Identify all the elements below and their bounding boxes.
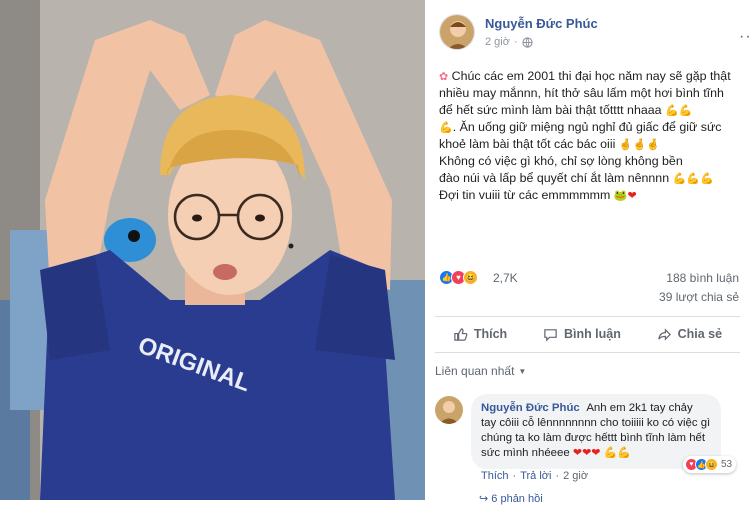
post-text: ✿ Chúc các em 2001 thi đại học năm nay s… (439, 68, 737, 204)
post-time[interactable]: 2 giờ (485, 36, 510, 48)
share-label: Chia sẻ (677, 327, 723, 341)
comment-reply-link[interactable]: Trả lời (520, 470, 551, 482)
reaction-count[interactable]: 2,7K (493, 271, 518, 285)
red-heart-icon: ❤❤❤ (572, 446, 601, 459)
post-meta: 2 giờ · (485, 36, 533, 48)
more-options-icon[interactable]: ··· (739, 28, 750, 46)
post-panel: Nguyễn Đức Phúc 2 giờ · ··· ✿ Chúc các e… (425, 0, 750, 505)
reaction-icons: 👍 ♥ 😆 (439, 270, 478, 285)
post-line-1: ✿ Chúc các em 2001 thi đại học năm nay s… (439, 68, 737, 119)
like-button[interactable]: Thích (453, 327, 507, 342)
view-replies-link[interactable]: ↪ 6 phản hồi (479, 492, 543, 505)
caret-down-icon: ▼ (518, 366, 527, 376)
post-actions: Thích Bình luận Chia sẻ (435, 318, 740, 350)
author-avatar[interactable] (439, 14, 475, 50)
post-line-4-text: đào núi và lấp bể quyết chí ắt làm nênnn… (439, 171, 670, 185)
comment-time[interactable]: 2 giờ (563, 470, 588, 482)
photo-viewer[interactable]: ORIGINAL (0, 0, 425, 500)
post-line-3: Không có việc gì khó, chỉ sợ lòng không … (439, 154, 683, 168)
divider (435, 352, 740, 353)
divider (435, 316, 740, 317)
comment-sort-dropdown[interactable]: Liên quan nhất ▼ (435, 364, 526, 378)
flower-emoji-icon: ✿ (439, 70, 449, 83)
haha-reaction-icon: 😆 (705, 458, 718, 471)
post-photo: ORIGINAL (0, 0, 425, 500)
dot-separator: · (513, 36, 518, 48)
comment-author[interactable]: Nguyễn Đức Phúc (481, 402, 580, 414)
comment-like-link[interactable]: Thích (481, 470, 509, 482)
comment-reaction-count: 53 (721, 459, 733, 470)
dot-separator: · (512, 470, 517, 482)
replies-count: 6 phản hồi (491, 493, 543, 505)
post-line-2: 💪. Ăn uống giữ miệng ngủ nghỉ đủ giấc để… (439, 119, 737, 153)
frog-face-icon: 🐸 (613, 189, 628, 202)
comment-icon (544, 328, 557, 342)
post-line-5-text: Đợi tin vuiii từ các emmmmmm (439, 188, 611, 202)
thumbs-up-icon (454, 327, 468, 341)
flexed-biceps-icon: 💪💪💪 (672, 172, 714, 185)
reactions-bar[interactable]: 👍 ♥ 😆 2,7K 188 bình luận 39 lượt chia sẻ (439, 268, 739, 304)
comment-label: Bình luận (563, 327, 621, 341)
haha-reaction-icon: 😆 (463, 270, 478, 285)
reply-arrow-icon: ↪ (479, 493, 489, 505)
comment-item: Nguyễn Đức Phúc Anh em 2k1 tay chảy tay … (435, 394, 740, 484)
post-header: Nguyễn Đức Phúc 2 giờ · ··· (439, 14, 750, 54)
sort-label: Liên quan nhất (435, 364, 515, 378)
flexed-biceps-icon: 💪 (439, 121, 453, 134)
commenter-avatar[interactable] (435, 396, 463, 424)
post-author-name[interactable]: Nguyễn Đức Phúc (485, 16, 598, 31)
comment-links: Thích · Trả lời · 2 giờ (481, 470, 588, 482)
comment-reactions[interactable]: ♥ 👍 😆 53 (683, 456, 737, 473)
flexed-biceps-icon: 💪💪 (603, 446, 632, 459)
comment-bubble: Nguyễn Đức Phúc Anh em 2k1 tay chảy tay … (471, 394, 721, 469)
post-line-5: Đợi tin vuiii từ các emmmmmm 🐸❤ (439, 187, 737, 204)
dot-separator: · (555, 470, 560, 482)
post-line-4: đào núi và lấp bể quyết chí ắt làm nênnn… (439, 170, 737, 187)
share-button[interactable]: Chia sẻ (657, 327, 722, 342)
like-label: Thích (473, 327, 508, 341)
flexed-biceps-icon: 💪💪 (664, 104, 693, 117)
red-heart-icon: ❤ (627, 189, 637, 202)
globe-icon (521, 36, 533, 48)
comments-count[interactable]: 188 bình luận (666, 271, 739, 285)
comment-button[interactable]: Bình luận (543, 327, 621, 342)
shares-count[interactable]: 39 lượt chia sẻ (659, 290, 739, 304)
crossed-fingers-icon: 🤞🤞🤞 (618, 138, 660, 151)
post-line-2-text: . Ăn uống giữ miệng ngủ nghỉ đủ giấc để … (439, 120, 722, 151)
share-arrow-icon (657, 327, 671, 341)
